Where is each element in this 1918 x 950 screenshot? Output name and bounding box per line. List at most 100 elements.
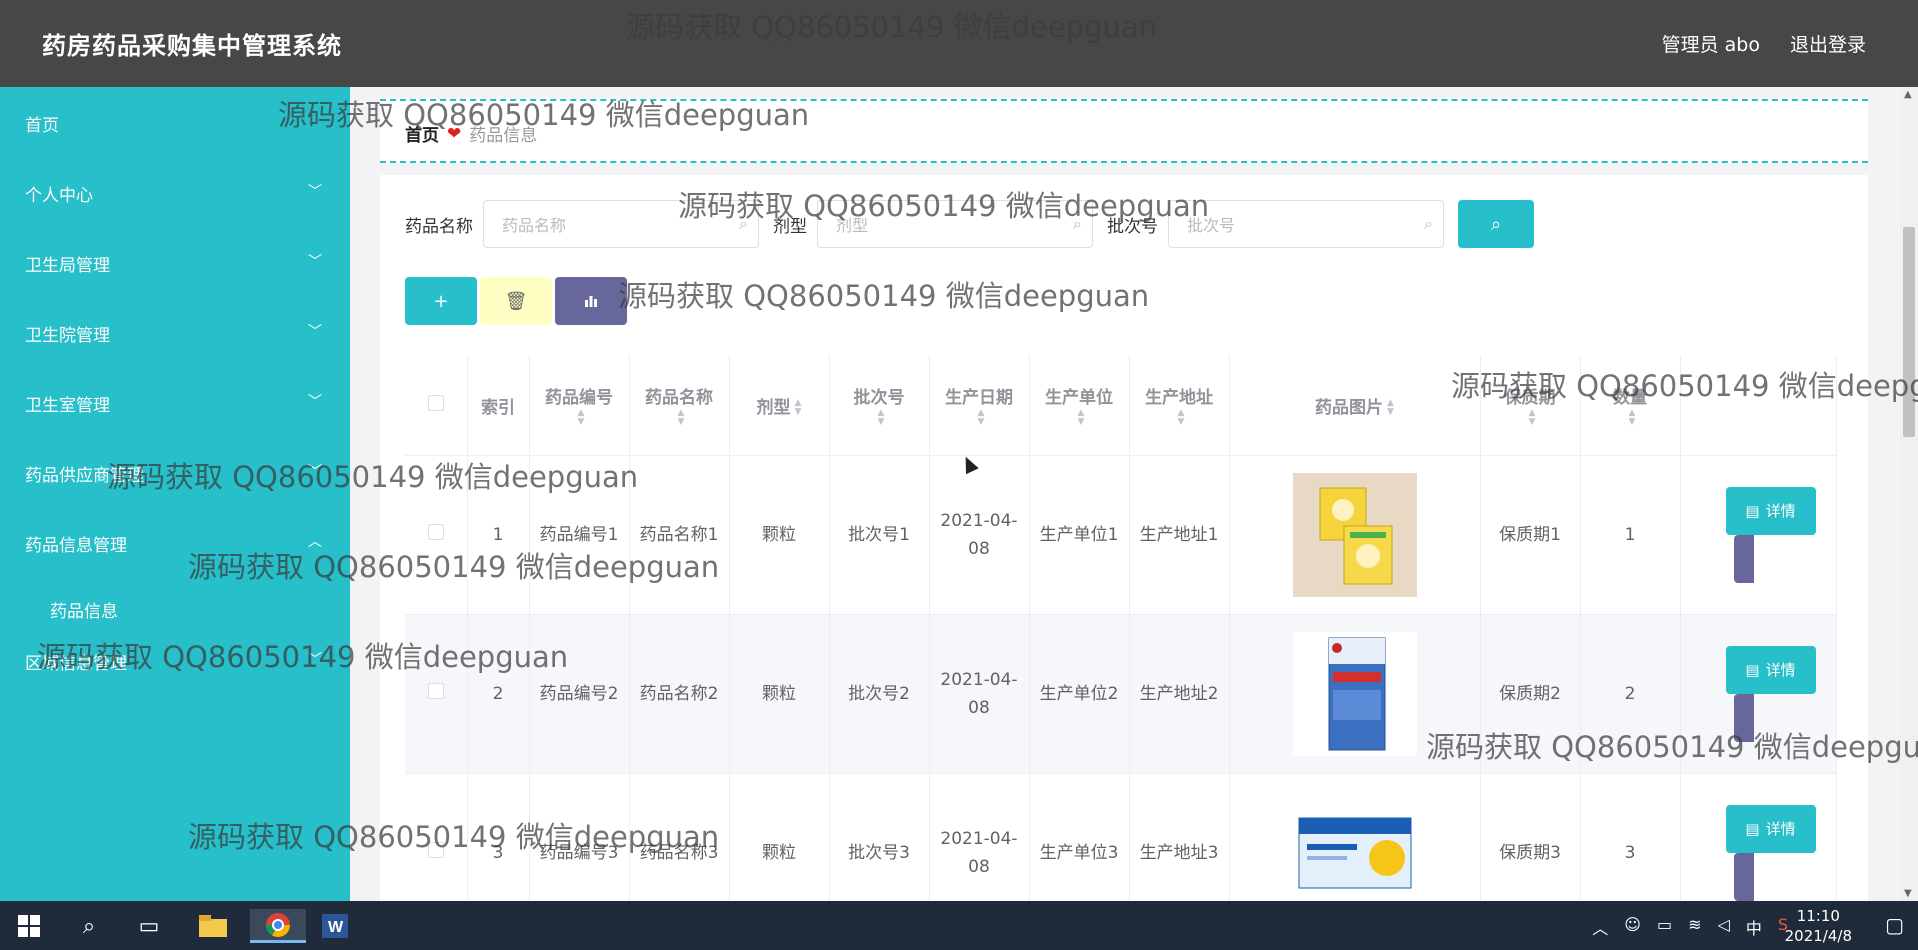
edit-button[interactable] bbox=[1733, 853, 1754, 901]
scroll-up-icon[interactable]: ▲ bbox=[1904, 89, 1912, 100]
sidebar-item-label: 卫生室管理 bbox=[25, 396, 110, 416]
statistics-button[interactable] bbox=[555, 277, 627, 325]
cell-name: 药品名称2 bbox=[629, 614, 730, 774]
cell-code: 药品编号3 bbox=[529, 773, 630, 901]
row-checkbox[interactable] bbox=[427, 683, 444, 699]
table-header-row: 索引 药品编号 ▲ ▼ 药品名称 ▲ ▼ 剂型 ▲ ▼ 批次号 ▲ ▼ 生产日期 ▲ ▼ 生产单位 ▲… bbox=[405, 355, 1837, 456]
sort-icon[interactable]: ▲ ▼ bbox=[1629, 408, 1636, 427]
row-checkbox[interactable] bbox=[427, 524, 444, 540]
sidebar-item-personal[interactable]: 个人中心 ﹀ bbox=[0, 157, 350, 227]
sidebar-item-health-bureau[interactable]: 卫生局管理 ﹀ bbox=[0, 227, 350, 297]
checkbox[interactable] bbox=[427, 394, 444, 411]
sidebar-item-label: 区域信息管理 bbox=[25, 654, 127, 674]
sort-icon[interactable]: ▲ ▼ bbox=[578, 408, 585, 427]
windows-start-icon[interactable] bbox=[12, 909, 46, 943]
col-header-code[interactable]: 药品编号 ▲ ▼ bbox=[529, 355, 630, 456]
col-header-name[interactable]: 药品名称 ▲ ▼ bbox=[629, 355, 730, 456]
breadcrumb: 首页 ❤ 药品信息 bbox=[380, 99, 1868, 163]
select-all-checkbox[interactable] bbox=[405, 355, 468, 456]
page-scrollbar[interactable]: ▲ ▼ bbox=[1900, 87, 1918, 901]
detail-button[interactable]: ▤ 详情 bbox=[1725, 487, 1816, 535]
col-header-label: 保质期 bbox=[1504, 387, 1556, 408]
search-name-label: 药品名称 bbox=[405, 216, 473, 237]
document-icon: ▤ bbox=[1745, 502, 1760, 520]
search-batch-input[interactable] bbox=[1169, 201, 1409, 249]
notification-icon[interactable]: ▢ bbox=[1885, 913, 1904, 937]
sidebar-item-label: 首页 bbox=[25, 116, 59, 136]
battery-icon[interactable]: ▭ bbox=[1657, 915, 1672, 939]
col-header-image[interactable]: 药品图片 ▲ ▼ bbox=[1229, 355, 1481, 456]
chevron-down-icon: ﹀ bbox=[308, 652, 322, 668]
sidebar-item-clinic[interactable]: 卫生室管理 ﹀ bbox=[0, 367, 350, 437]
logout-button[interactable]: 退出登录 bbox=[1790, 30, 1866, 57]
sidebar-item-supplier[interactable]: 药品供应商管理 ﹀ bbox=[0, 437, 350, 507]
sidebar-item-region[interactable]: 区域信息管理 ﹀ bbox=[0, 625, 350, 695]
clock-time: 11:10 bbox=[1796, 907, 1840, 925]
heart-icon: ❤ bbox=[447, 123, 462, 144]
cell-date: 2021-04-08 bbox=[929, 614, 1030, 774]
cell-index: 1 bbox=[467, 455, 530, 615]
sort-icon[interactable]: ▲ ▼ bbox=[1178, 408, 1185, 427]
col-header-date[interactable]: 生产日期 ▲ ▼ bbox=[929, 355, 1030, 456]
ime-indicator[interactable]: 中 bbox=[1746, 915, 1762, 939]
table-row: 1 药品编号1 药品名称1 颗粒 批次号1 2021-04-08 生产单位1 生… bbox=[405, 455, 1837, 615]
detail-button[interactable]: ▤ 详情 bbox=[1725, 646, 1816, 694]
bar-chart-icon bbox=[585, 296, 597, 307]
edit-button[interactable] bbox=[1733, 535, 1754, 583]
current-user[interactable]: 管理员 abo bbox=[1662, 30, 1760, 57]
word-icon[interactable]: W bbox=[318, 909, 352, 943]
top-header: 药房药品采购集中管理系统 管理员 abo 退出登录 bbox=[0, 0, 1918, 87]
scroll-down-icon[interactable]: ▼ bbox=[1904, 888, 1912, 899]
detail-button-label: 详情 bbox=[1765, 661, 1796, 679]
cell-batch: 批次号2 bbox=[829, 614, 930, 774]
sort-icon[interactable]: ▲ ▼ bbox=[1078, 408, 1085, 427]
sidebar-item-health-center[interactable]: 卫生院管理 ﹀ bbox=[0, 297, 350, 367]
cell-date: 2021-04-08 bbox=[929, 455, 1030, 615]
search-name-input[interactable] bbox=[484, 201, 724, 249]
app-tray-icon[interactable]: ☺ bbox=[1624, 915, 1641, 939]
task-view-icon[interactable]: ▭ bbox=[132, 909, 166, 943]
col-header-addr[interactable]: 生产地址 ▲ ▼ bbox=[1129, 355, 1230, 456]
cell-qty: 3 bbox=[1580, 773, 1681, 901]
search-batch-field: ⌕ bbox=[1168, 200, 1444, 249]
sort-icon[interactable]: ▲ ▼ bbox=[678, 408, 685, 427]
plus-icon: + bbox=[433, 290, 449, 312]
search-icon[interactable]: ⌕ bbox=[72, 909, 106, 943]
col-header-form[interactable]: 剂型 ▲ ▼ bbox=[729, 355, 830, 456]
detail-button-label: 详情 bbox=[1765, 502, 1796, 520]
search-type-label: 剂型 bbox=[773, 216, 807, 237]
sort-icon[interactable]: ▲ ▼ bbox=[878, 408, 885, 427]
search-button[interactable]: ⌕ bbox=[1458, 200, 1534, 248]
volume-icon[interactable]: ◁ bbox=[1718, 915, 1730, 939]
detail-button[interactable]: ▤ 详情 bbox=[1725, 805, 1816, 853]
delete-button[interactable]: 🗑 bbox=[480, 277, 552, 325]
wifi-icon[interactable]: ≋ bbox=[1688, 915, 1701, 939]
document-icon: ▤ bbox=[1745, 820, 1760, 838]
edit-button[interactable] bbox=[1733, 694, 1754, 742]
col-header-maker[interactable]: 生产单位 ▲ ▼ bbox=[1029, 355, 1130, 456]
sort-icon[interactable]: ▲ ▼ bbox=[1387, 398, 1394, 417]
search-icon: ⌕ bbox=[1073, 214, 1082, 233]
breadcrumb-home[interactable]: 首页 bbox=[405, 121, 439, 146]
sort-icon[interactable]: ▲ ▼ bbox=[1529, 408, 1536, 427]
drug-image bbox=[1292, 632, 1417, 756]
system-clock[interactable]: 11:10 2021/4/8 bbox=[1785, 906, 1852, 946]
row-checkbox[interactable] bbox=[427, 842, 444, 858]
file-explorer-icon[interactable] bbox=[196, 909, 230, 943]
chrome-icon[interactable] bbox=[250, 909, 306, 943]
sort-icon[interactable]: ▲ ▼ bbox=[978, 408, 985, 427]
sidebar-item-home[interactable]: 首页 bbox=[0, 87, 350, 157]
cell-batch: 批次号1 bbox=[829, 455, 930, 615]
col-header-label: 生产日期 bbox=[945, 387, 1013, 408]
scrollbar-thumb[interactable] bbox=[1903, 227, 1915, 437]
add-button[interactable]: + bbox=[405, 277, 477, 325]
col-header-qty[interactable]: 数量 ▲ ▼ bbox=[1580, 355, 1681, 456]
sidebar-item-drug-info[interactable]: 药品信息管理 ︿ bbox=[0, 507, 350, 577]
col-header-batch[interactable]: 批次号 ▲ ▼ bbox=[829, 355, 930, 456]
chevron-up-icon[interactable]: ︿ bbox=[1592, 915, 1608, 939]
sidebar-item-label: 药品信息管理 bbox=[25, 536, 127, 556]
search-type-input[interactable] bbox=[818, 201, 1058, 249]
sidebar-item-label: 卫生院管理 bbox=[25, 326, 110, 346]
sort-icon[interactable]: ▲ ▼ bbox=[795, 398, 802, 417]
col-header-shelf[interactable]: 保质期 ▲ ▼ bbox=[1480, 355, 1581, 456]
